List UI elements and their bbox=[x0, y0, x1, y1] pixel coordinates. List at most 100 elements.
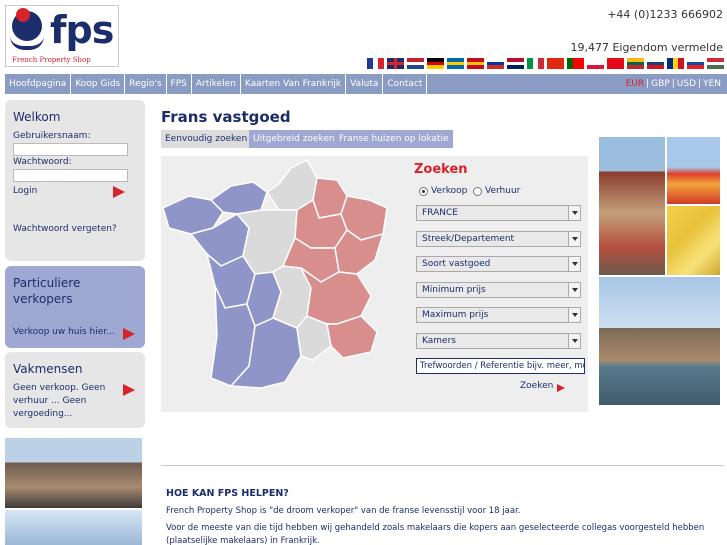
professionals-text-line1[interactable]: Geen verkoop. Geen bbox=[13, 383, 105, 393]
flag-cn-icon[interactable] bbox=[547, 58, 564, 70]
help-heading: HOE KAN FPS HELPEN? bbox=[166, 488, 289, 499]
min-price-select[interactable]: Minimum prijs bbox=[416, 282, 581, 298]
nav-item-home[interactable]: Hoofdpagina bbox=[5, 74, 72, 94]
amsterdam-houses-photo bbox=[5, 438, 142, 508]
forgot-password-link[interactable]: Wachtwoord vergeten? bbox=[13, 224, 117, 234]
flag-cz-icon[interactable] bbox=[647, 58, 664, 70]
currency-eur[interactable]: EUR bbox=[626, 79, 645, 89]
canal-houses-photo bbox=[599, 137, 665, 275]
flag-hu-icon[interactable] bbox=[707, 58, 724, 70]
nav-item-maps[interactable]: Kaarten Van Frankrijk bbox=[241, 74, 347, 94]
chevron-down-icon[interactable] bbox=[568, 206, 580, 220]
canal-boat-photo bbox=[599, 277, 720, 405]
flag-es-icon[interactable] bbox=[467, 58, 484, 70]
login-link[interactable]: Login bbox=[13, 186, 37, 196]
flag-fr-icon[interactable] bbox=[367, 58, 385, 69]
professionals-text-line2[interactable]: verhuur ... Geen bbox=[13, 396, 86, 406]
radio-sale[interactable]: Verkoop bbox=[419, 186, 467, 196]
flag-no-icon[interactable] bbox=[507, 58, 524, 70]
flag-de-icon[interactable] bbox=[427, 58, 444, 70]
chevron-down-icon[interactable] bbox=[568, 283, 580, 297]
keyword-input[interactable]: Trefwoorden / Referentie bijv. meer, mol bbox=[416, 358, 585, 374]
map-region-normandy[interactable] bbox=[209, 181, 268, 215]
login-panel: Welkom Gebruikersnaam: Wachtwoord: Login… bbox=[5, 100, 145, 261]
region-select[interactable]: Streek/Departement bbox=[416, 231, 581, 247]
flag-se-icon[interactable] bbox=[447, 58, 464, 70]
logo-swirl-icon bbox=[10, 36, 44, 50]
min-price-select-value: Minimum prijs bbox=[422, 285, 486, 295]
password-input[interactable] bbox=[13, 169, 128, 182]
nav-item-currency[interactable]: Valuta bbox=[346, 74, 384, 94]
chevron-down-icon[interactable] bbox=[568, 308, 580, 322]
nav-item-fps[interactable]: FPS bbox=[167, 74, 192, 94]
professionals-arrow-icon[interactable] bbox=[123, 384, 135, 396]
search-button[interactable]: Zoeken bbox=[520, 381, 553, 391]
private-sellers-panel: Particuliere verkopers Verkoop uw huis h… bbox=[5, 266, 145, 348]
flag-it-icon[interactable] bbox=[527, 58, 545, 69]
help-paragraph-1: French Property Shop is "de droom verkop… bbox=[166, 506, 521, 516]
radio-sale-dot-icon[interactable] bbox=[419, 186, 428, 196]
professionals-panel: Vakmensen Geen verkoop. Geen verhuur ...… bbox=[5, 352, 145, 428]
tulip-field-photo bbox=[667, 137, 720, 204]
currency-separator: | bbox=[671, 79, 675, 89]
search-panel: Zoeken Verkoop Verhuur FRANCE Streek/Dep… bbox=[161, 156, 588, 412]
search-title: Zoeken bbox=[414, 162, 468, 177]
max-price-select[interactable]: Maximum prijs bbox=[416, 307, 581, 323]
currency-switcher: EUR | GBP | USD | YEN bbox=[626, 79, 727, 89]
region-select-value: Streek/Departement bbox=[422, 234, 515, 244]
language-flags bbox=[367, 58, 724, 70]
tab-homes-by-location[interactable]: Franse huizen op lokatie bbox=[335, 130, 453, 148]
chevron-down-icon[interactable] bbox=[568, 232, 580, 246]
flag-lt-icon[interactable] bbox=[627, 58, 644, 70]
phone-number: +44 (0)1233 666902 bbox=[607, 8, 723, 21]
tab-advanced-search[interactable]: Uitgebreid zoeken bbox=[249, 130, 339, 148]
professionals-title: Vakmensen bbox=[13, 362, 83, 376]
currency-gbp[interactable]: GBP bbox=[651, 79, 670, 89]
login-title: Welkom bbox=[13, 110, 61, 124]
radio-rent[interactable]: Verhuur bbox=[473, 186, 520, 196]
login-arrow-icon[interactable] bbox=[113, 186, 125, 198]
main-nav: Hoofdpagina Koop Gids Regio's FPS Artike… bbox=[5, 74, 727, 94]
nav-item-buying-guide[interactable]: Koop Gids bbox=[71, 74, 126, 94]
help-paragraph-3: (plaatselijke makelaars) in Frankrijk. bbox=[166, 536, 320, 545]
currency-separator: | bbox=[698, 79, 702, 89]
nav-item-regions[interactable]: Regio's bbox=[125, 74, 167, 94]
nav-item-contact[interactable]: Contact bbox=[383, 74, 428, 94]
sellers-arrow-icon[interactable] bbox=[123, 328, 135, 340]
sell-your-house-link[interactable]: Verkoop uw huis hier... bbox=[13, 327, 115, 337]
search-arrow-icon[interactable] bbox=[557, 384, 565, 392]
rooms-select[interactable]: Kamers bbox=[416, 333, 581, 349]
private-sellers-title-line1: Particuliere bbox=[13, 276, 81, 290]
nav-item-articles[interactable]: Artikelen bbox=[192, 74, 241, 94]
flag-tr-icon[interactable] bbox=[607, 58, 624, 70]
flag-pl-icon[interactable] bbox=[587, 58, 604, 70]
currency-usd[interactable]: USD bbox=[677, 79, 696, 89]
password-label: Wachtwoord: bbox=[13, 157, 72, 167]
fps-logo[interactable]: fps French Property Shop bbox=[5, 5, 119, 67]
currency-separator: | bbox=[646, 79, 650, 89]
tab-simple-search[interactable]: Eenvoudig zoeken bbox=[161, 130, 252, 148]
username-input[interactable] bbox=[13, 143, 128, 156]
max-price-select-value: Maximum prijs bbox=[422, 310, 489, 320]
chevron-down-icon[interactable] bbox=[568, 334, 580, 348]
currency-yen[interactable]: YEN bbox=[703, 79, 721, 89]
country-select[interactable]: FRANCE bbox=[416, 205, 581, 221]
flag-ro-icon[interactable] bbox=[667, 58, 685, 69]
professionals-text-line3[interactable]: vergoeding... bbox=[13, 409, 72, 419]
private-sellers-title-line2: verkopers bbox=[13, 292, 73, 306]
flag-nl-icon[interactable] bbox=[407, 58, 424, 70]
flag-uk-icon[interactable] bbox=[387, 58, 404, 69]
listing-count: 19,477 Eigendom vermelde bbox=[570, 41, 723, 54]
page-title: Frans vastgoed bbox=[161, 108, 291, 126]
rooms-select-value: Kamers bbox=[422, 336, 456, 346]
chevron-down-icon[interactable] bbox=[568, 257, 580, 271]
private-sellers-title: Particuliere verkopers bbox=[13, 275, 80, 307]
flag-sk-icon[interactable] bbox=[687, 58, 704, 70]
logo-tagline: French Property Shop bbox=[12, 56, 91, 64]
flag-ru-icon[interactable] bbox=[487, 58, 504, 70]
france-region-map[interactable] bbox=[161, 156, 401, 412]
username-label: Gebruikersnaam: bbox=[13, 131, 91, 141]
radio-rent-dot-icon[interactable] bbox=[473, 186, 482, 196]
flag-pt-icon[interactable] bbox=[567, 58, 585, 69]
property-type-select[interactable]: Soort vastgoed bbox=[416, 256, 581, 272]
